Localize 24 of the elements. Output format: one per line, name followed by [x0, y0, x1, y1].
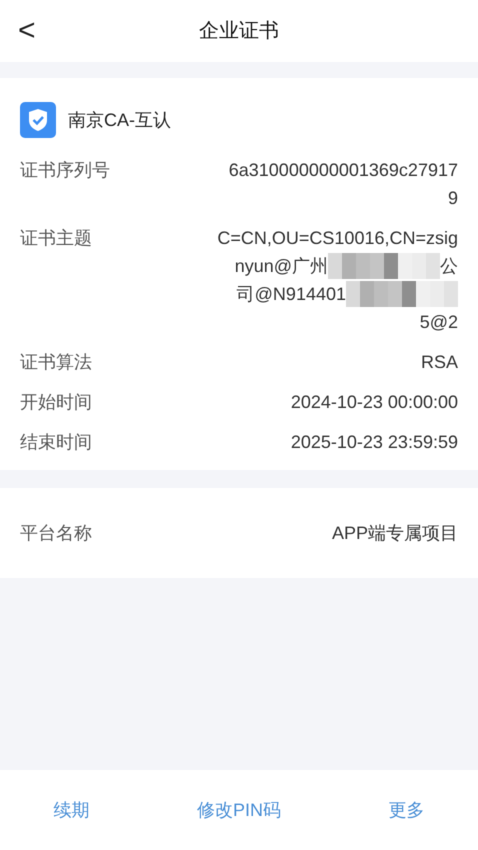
action-button[interactable]: 修改PIN码 — [188, 796, 289, 824]
field-label: 证书主题 — [20, 227, 92, 250]
field-value: 司@N914401 — [236, 282, 346, 306]
shield-check-icon — [20, 102, 56, 138]
field-label: 证书序列号 — [20, 159, 110, 182]
field-label: 结束时间 — [20, 431, 92, 454]
field-label: 开始时间 — [20, 391, 92, 414]
field-value: C=CN,OU=CS10016,CN=zsig — [217, 226, 458, 250]
issuer-name: 南京CA-互认 — [68, 108, 171, 132]
field-value: nyun@广州 — [234, 254, 328, 278]
field-value: APP端专属项目 — [332, 522, 458, 544]
field-label: 平台名称 — [20, 522, 92, 544]
action-button[interactable]: 更多 — [380, 796, 432, 824]
action-button[interactable]: 续期 — [46, 796, 98, 824]
field-value: 公 — [440, 254, 458, 278]
back-button[interactable]: < — [14, 16, 40, 46]
field-value: 2025-10-23 23:59:59 — [290, 430, 458, 454]
page-title: 企业证书 — [199, 19, 279, 44]
field-label: 证书算法 — [20, 351, 92, 374]
field-value: 5@2 — [420, 310, 458, 334]
field-value: RSA — [420, 350, 458, 374]
field-value: 6a310000000001369c27917 — [228, 158, 458, 182]
field-value: 9 — [448, 186, 458, 210]
field-value: 2024-10-23 00:00:00 — [290, 390, 458, 414]
